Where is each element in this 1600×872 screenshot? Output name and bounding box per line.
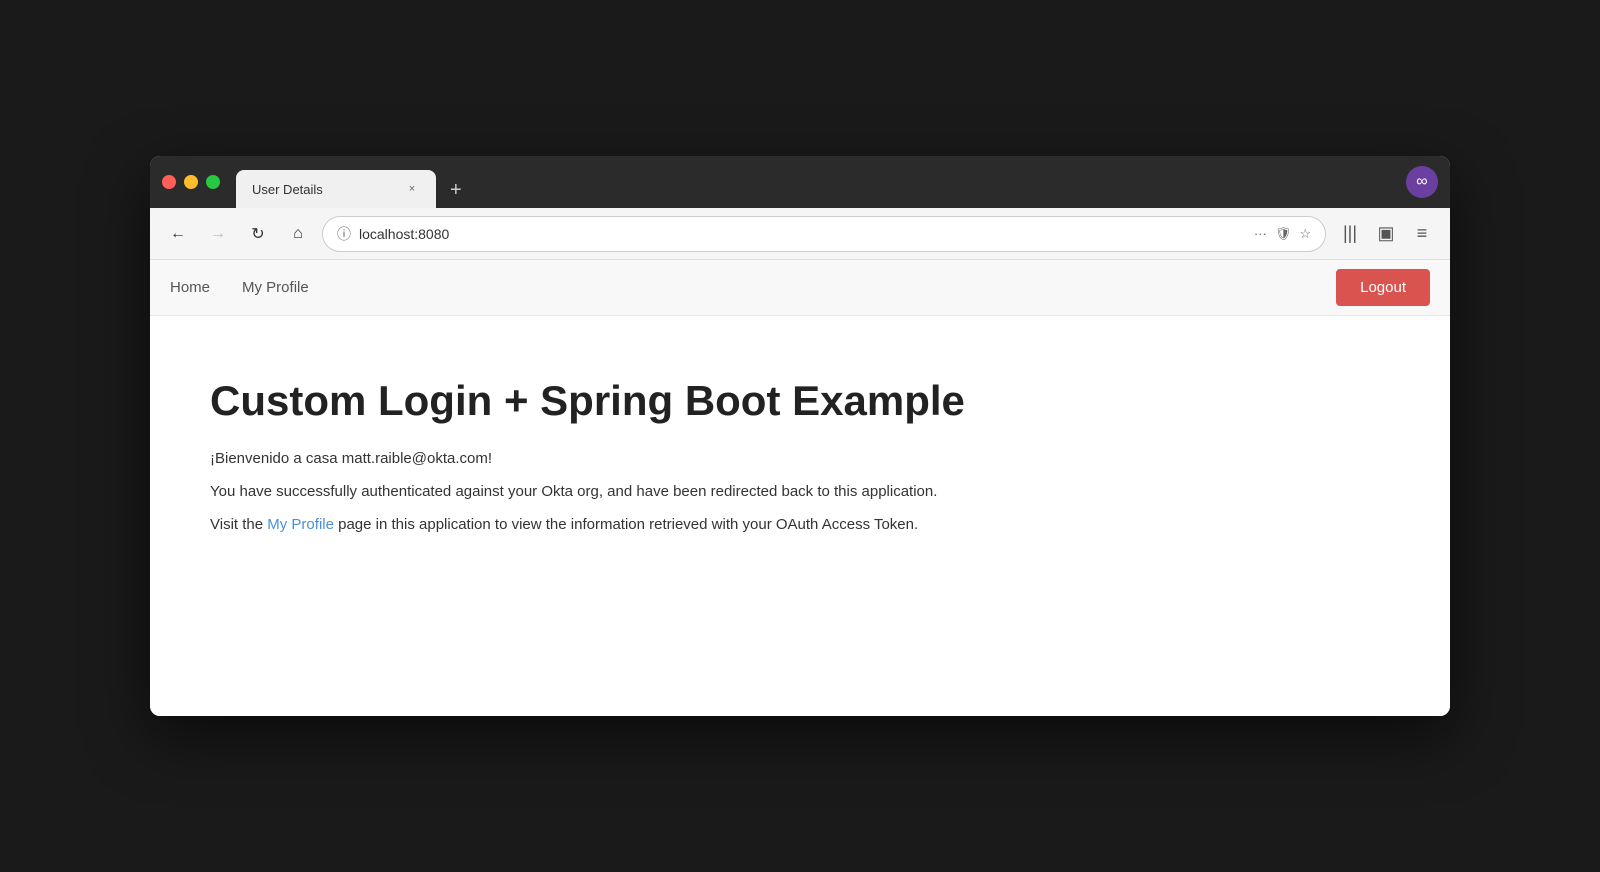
traffic-lights [162,175,220,189]
main-content: Custom Login + Spring Boot Example ¡Bien… [150,316,1450,716]
logout-button[interactable]: Logout [1336,269,1430,306]
nav-bar: ← → ↻ ⌂ ⓘ ··· 🛡 ☆ ||| ▣ [150,208,1450,260]
forward-button[interactable]: → [202,218,234,250]
minimize-button[interactable] [184,175,198,189]
reload-icon: ↻ [251,224,264,244]
library-button[interactable]: ||| [1334,218,1366,250]
sidebar-button[interactable]: ▣ [1370,218,1402,250]
auth-success-text: You have successfully authenticated agai… [210,483,1390,500]
new-tab-button[interactable]: + [440,173,472,208]
menu-icon: ≡ [1417,223,1428,244]
tab-title: User Details [252,182,394,197]
nav-link-my-profile[interactable]: My Profile [242,275,309,300]
profile-link[interactable]: My Profile [267,516,334,533]
nav-link-home[interactable]: Home [170,275,210,300]
close-button[interactable] [162,175,176,189]
forward-icon: → [210,225,226,243]
profile-link-paragraph: Visit the My Profile page in this applic… [210,516,1390,533]
url-input[interactable] [359,226,1246,242]
browser-avatar: ∞ [1406,166,1438,198]
title-bar: User Details × + ∞ [150,156,1450,208]
active-tab[interactable]: User Details × [236,170,436,208]
home-icon: ⌂ [293,225,303,243]
browser-window: User Details × + ∞ ← → ↻ ⌂ ⓘ ··· 🛡 ☆ [150,156,1450,716]
maximize-button[interactable] [206,175,220,189]
profile-link-prefix: Visit the [210,516,267,533]
reload-button[interactable]: ↻ [242,218,274,250]
tab-bar: User Details × + [236,156,1406,208]
app-nav: Home My Profile Logout [150,260,1450,316]
sidebar-icon: ▣ [1377,223,1394,244]
address-bar-actions: ··· 🛡 ☆ [1254,226,1311,242]
shield-icon[interactable]: 🛡 [1275,226,1292,242]
info-icon: ⓘ [337,224,351,244]
library-icon: ||| [1343,223,1357,244]
menu-button[interactable]: ≡ [1406,218,1438,250]
back-button[interactable]: ← [162,218,194,250]
more-icon[interactable]: ··· [1254,226,1267,241]
star-icon[interactable]: ☆ [1299,226,1311,242]
address-bar[interactable]: ⓘ ··· 🛡 ☆ [322,216,1326,252]
tab-close-button[interactable]: × [404,181,420,197]
page-title: Custom Login + Spring Boot Example [210,376,1390,426]
nav-right-actions: ||| ▣ ≡ [1334,218,1438,250]
profile-link-suffix: page in this application to view the inf… [334,516,918,533]
home-button[interactable]: ⌂ [282,218,314,250]
app-nav-links: Home My Profile [170,275,1336,300]
welcome-text: ¡Bienvenido a casa matt.raible@okta.com! [210,450,1390,467]
back-icon: ← [170,225,186,243]
